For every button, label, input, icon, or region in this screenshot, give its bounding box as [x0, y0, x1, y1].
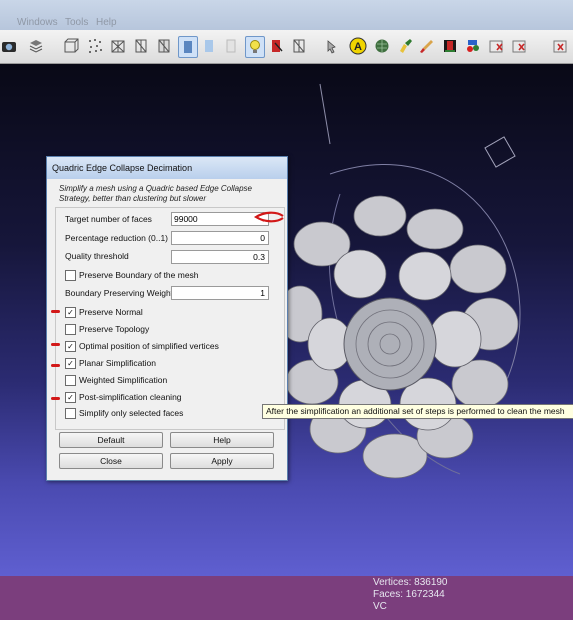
normals-icon[interactable] [290, 36, 308, 56]
percentage-label: Percentage reduction (0..1) [65, 233, 169, 243]
red-mark [51, 397, 60, 400]
bbox-icon[interactable] [62, 36, 80, 56]
hidden-lines-icon[interactable] [132, 36, 150, 56]
option-label: Preserve Normal [79, 307, 143, 317]
filter-description: Simplify a mesh using a Quadric based Ed… [59, 184, 252, 203]
paint-icon[interactable] [396, 36, 414, 56]
select-faces-icon[interactable] [510, 36, 528, 56]
globe-icon[interactable] [373, 36, 391, 56]
toolbar: A [0, 30, 573, 64]
apply-button[interactable]: Apply [170, 453, 274, 469]
option-label: Optimal position of simplified vertices [79, 341, 219, 351]
close-button[interactable]: Close [59, 453, 163, 469]
light-icon[interactable] [245, 36, 265, 58]
tooltip: After the simplification an additional s… [262, 404, 573, 419]
annotation-icon[interactable]: A [349, 36, 367, 56]
red-mark [51, 364, 60, 367]
render-mode: VC [373, 601, 387, 612]
checkbox-box[interactable]: ✓ [65, 392, 76, 403]
red-mark [51, 310, 60, 313]
menu-bar: Windows Tools Help [0, 0, 573, 30]
percentage-input[interactable]: 0 [171, 231, 269, 245]
decimation-dialog: Quadric Edge Collapse Decimation Simplif… [46, 156, 288, 481]
flat-icon[interactable] [178, 36, 198, 58]
checkbox-box[interactable] [65, 324, 76, 335]
select-icon[interactable] [322, 36, 340, 56]
boundary-weight-input[interactable]: 1 [171, 286, 269, 300]
wireframe-icon[interactable] [109, 36, 127, 56]
checkbox-box[interactable] [65, 270, 76, 281]
measure-icon[interactable] [441, 36, 459, 56]
option-label: Simplify only selected faces [79, 408, 184, 418]
flat-lines-icon[interactable] [155, 36, 173, 56]
target-faces-label: Target number of faces [65, 214, 152, 224]
help-button[interactable]: Help [170, 432, 274, 448]
status-bar: Vertices: 836190 Faces: 1672344 VC [0, 576, 573, 620]
checkbox-box[interactable] [65, 375, 76, 386]
quality-input[interactable]: 0.3 [171, 250, 269, 264]
option-label: Preserve Topology [79, 324, 150, 334]
points-icon[interactable] [86, 36, 104, 56]
app-window: Windows Tools Help A Vertices: 836190 Fa… [0, 0, 573, 620]
brush-icon[interactable] [418, 36, 436, 56]
preserve-boundary-label: Preserve Boundary of the mesh [79, 270, 199, 280]
option-label: Post-simplification cleaning [79, 392, 182, 402]
red-mark [51, 343, 60, 346]
align-icon[interactable] [464, 36, 482, 56]
layers-icon[interactable] [27, 36, 45, 56]
option-label: Weighted Simplification [79, 375, 168, 385]
checkbox-box[interactable] [65, 408, 76, 419]
vertex-count: Vertices: 836190 [373, 577, 448, 588]
quality-label: Quality threshold [65, 251, 129, 261]
boundary-weight-label: Boundary Preserving Weight [65, 288, 174, 298]
menu-help[interactable]: Help [96, 17, 117, 28]
connected-icon[interactable] [551, 36, 569, 56]
dialog-title: Quadric Edge Collapse Decimation [52, 163, 193, 173]
snapshot-icon[interactable] [0, 36, 18, 56]
menu-windows[interactable]: Windows [17, 17, 58, 28]
dialog-title-bar[interactable]: Quadric Edge Collapse Decimation [47, 157, 287, 179]
color-icon[interactable] [268, 36, 286, 56]
target-faces-input[interactable]: 99000 [171, 212, 269, 226]
checkbox-box[interactable]: ✓ [65, 307, 76, 318]
texture-icon[interactable] [222, 36, 240, 56]
annotation-glyph: A [354, 41, 362, 53]
option-label: Planar Simplification [79, 358, 157, 368]
default-button[interactable]: Default [59, 432, 163, 448]
tooltip-text: After the simplification an additional s… [266, 406, 565, 416]
checkbox-box[interactable]: ✓ [65, 358, 76, 369]
checkbox-box[interactable]: ✓ [65, 341, 76, 352]
menu-tools[interactable]: Tools [65, 17, 88, 28]
face-count: Faces: 1672344 [373, 589, 445, 600]
smooth-icon[interactable] [200, 36, 218, 56]
select-vertices-icon[interactable] [487, 36, 505, 56]
